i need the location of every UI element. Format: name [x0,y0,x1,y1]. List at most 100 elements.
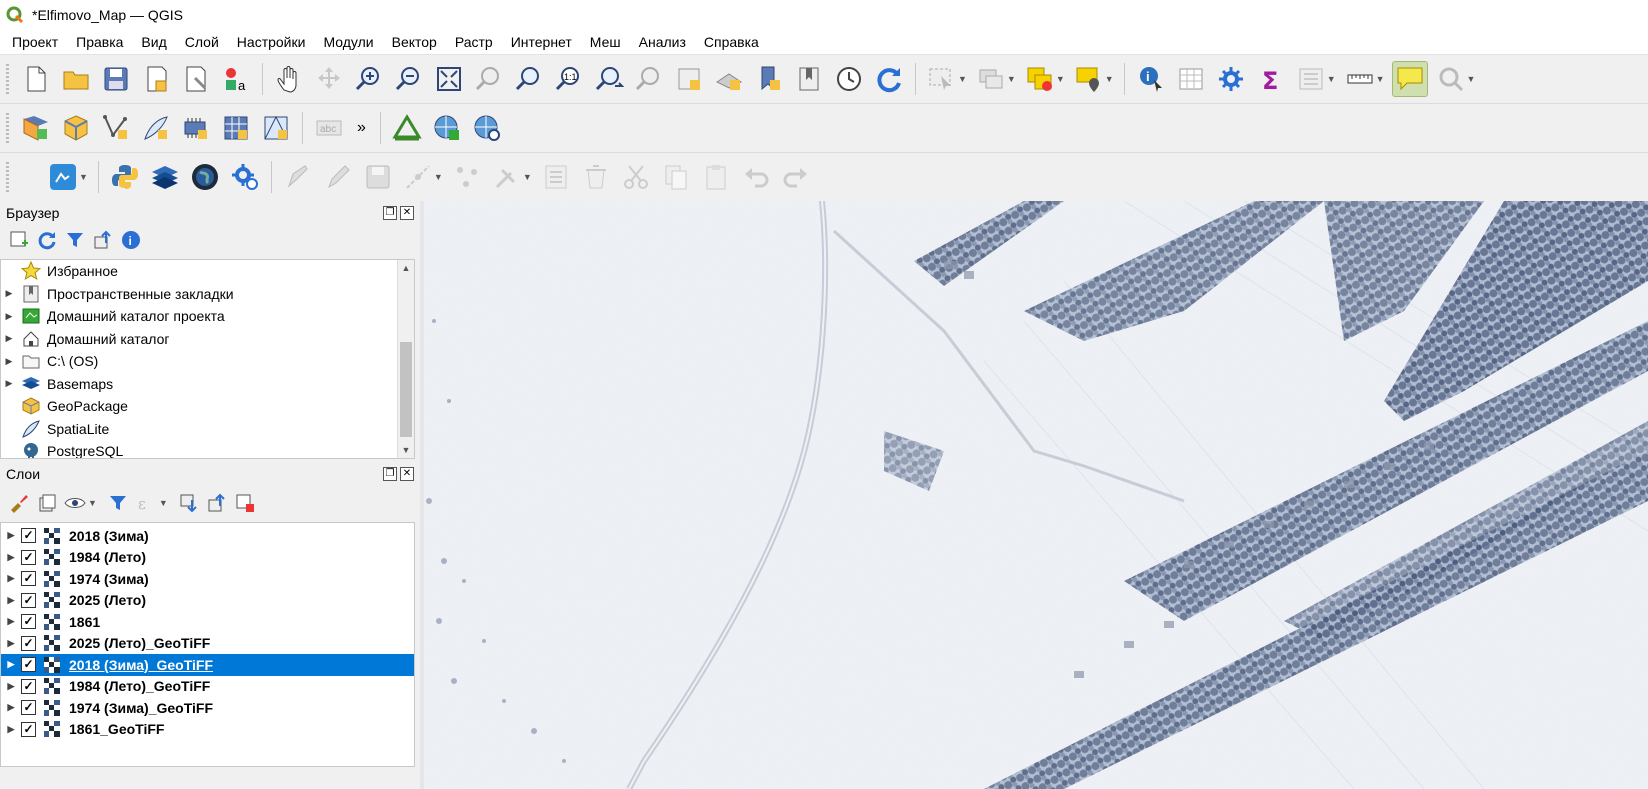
layer-row[interactable]: ▶ ✓ 1861_GeoTiFF [1,719,414,741]
layer-row[interactable]: ▶ ✓ 1984 (Лето) [1,547,414,569]
filter-legend-icon[interactable] [107,492,129,514]
tree-item-favorites[interactable]: Избранное [1,260,414,283]
print-layout-button[interactable] [139,62,173,96]
layer-visibility-checkbox[interactable]: ✓ [21,528,36,544]
processing-settings-button[interactable] [228,160,262,194]
menu-web[interactable]: Интернет [502,30,581,54]
expression-dropdown-icon[interactable]: ▼ [159,498,168,508]
zoom-to-layer-button[interactable] [512,62,546,96]
save-edits-button[interactable] [361,160,395,194]
layer-visibility-checkbox[interactable]: ✓ [21,592,36,608]
menu-layer[interactable]: Слой [176,30,228,54]
identify-button[interactable]: i [1134,62,1168,96]
tree-item-basemaps[interactable]: ▶ Basemaps [1,373,414,396]
select-by-expression-button[interactable] [1023,62,1057,96]
tree-item-postgresql[interactable]: PostgreSQL [1,440,414,458]
copy-button[interactable] [659,160,693,194]
zoom-to-selection-button[interactable] [472,62,506,96]
style-layer-icon[interactable] [8,492,30,514]
toolbar-overflow-button[interactable]: » [357,119,366,137]
select-features-dropdown-icon[interactable]: ▼ [958,74,967,84]
undo-button[interactable] [739,160,773,194]
expand-arrow-icon[interactable]: ▶ [1,659,21,670]
toolbar-grip[interactable] [6,162,9,192]
cut-button[interactable] [619,160,653,194]
expand-arrow-icon[interactable]: ▶ [1,702,21,713]
toolbar-grip[interactable] [6,64,9,94]
layer-row[interactable]: ▶ ✓ 2018 (Зима) [1,525,414,547]
data-source-manager-button[interactable] [19,111,53,145]
expand-arrow-icon[interactable]: ▶ [1,356,17,367]
python-console-button[interactable] [108,160,142,194]
expand-arrow-icon[interactable]: ▶ [1,333,17,344]
select-by-location-button[interactable] [1072,62,1106,96]
style-manager-button[interactable]: a [219,62,253,96]
layer-row-selected[interactable]: ▶ ✓ 2018 (Зима)_GeoTiFF [1,654,414,676]
zoom-next-button[interactable] [632,62,666,96]
tree-item-project-home[interactable]: ▶ Домашний каталог проекта [1,305,414,328]
menu-vector[interactable]: Вектор [383,30,446,54]
delete-selected-button[interactable] [579,160,613,194]
map-tips-button[interactable] [1391,61,1428,97]
scroll-down-icon[interactable]: ▼ [398,442,414,458]
tree-item-drive-c[interactable]: ▶ C:\ (OS) [1,350,414,373]
toolbox-button[interactable] [1214,62,1248,96]
collapse-all-icon[interactable] [206,492,228,514]
zoom-full-button[interactable] [432,62,466,96]
info-icon[interactable]: i [120,229,142,251]
add-vertex-button[interactable] [401,160,435,194]
filter-icon[interactable] [64,229,86,251]
layer-row[interactable]: ▶ ✓ 1974 (Зима)_GeoTiFF [1,697,414,719]
expand-arrow-icon[interactable]: ▶ [1,552,21,563]
layer-row[interactable]: ▶ ✓ 1861 [1,611,414,633]
measure-dropdown-icon[interactable]: ▼ [1376,74,1385,84]
digitize-button[interactable] [281,160,315,194]
layer-visibility-checkbox[interactable]: ✓ [21,700,36,716]
add-vertex-dropdown-icon[interactable]: ▼ [434,172,443,182]
edit-attributes-dropdown-icon[interactable]: ▼ [523,172,532,182]
select-by-location-dropdown-icon[interactable]: ▼ [1105,74,1114,84]
menu-mesh[interactable]: Меш [581,30,630,54]
edit-pencil-button[interactable] [321,160,355,194]
menu-view[interactable]: Вид [132,30,175,54]
new-bookmark-button[interactable] [752,62,786,96]
new-spatialite-layer-button[interactable] [139,111,173,145]
layout-manager-button[interactable] [179,62,213,96]
layer-visibility-checkbox[interactable]: ✓ [21,549,36,565]
plugin-dropdown-icon[interactable]: ▼ [79,172,88,182]
layer-visibility-checkbox[interactable]: ✓ [21,678,36,694]
browser-scrollbar[interactable]: ▲ ▼ [397,260,414,458]
layer-visibility-checkbox[interactable]: ✓ [21,571,36,587]
layer-row[interactable]: ▶ ✓ 2025 (Лето) [1,590,414,612]
new-temporary-layer-button[interactable] [179,111,213,145]
new-mesh-layer-button[interactable] [259,111,293,145]
close-panel-icon[interactable]: ✕ [400,467,414,481]
menu-processing[interactable]: Анализ [630,30,695,54]
close-panel-icon[interactable]: ✕ [400,206,414,220]
layer-visibility-checkbox[interactable]: ✓ [21,657,36,673]
globe-button[interactable] [188,160,222,194]
float-panel-icon[interactable]: ❐ [383,467,397,481]
expand-arrow-icon[interactable]: ▶ [1,311,17,322]
visibility-dropdown-icon[interactable]: ▼ [88,498,97,508]
float-panel-icon[interactable]: ❐ [383,206,397,220]
georeferencer-button[interactable] [390,111,424,145]
layer-row[interactable]: ▶ ✓ 2025 (Лето)_GeoTiFF [1,633,414,655]
tree-item-home[interactable]: ▶ Домашний каталог [1,328,414,351]
zoom-native-button[interactable]: 1:1 [552,62,586,96]
new-geopackage-layer-button[interactable] [59,111,93,145]
zoom-last-button[interactable] [592,62,626,96]
vertex-tool-button[interactable] [450,160,484,194]
new-shapefile-layer-button[interactable] [99,111,133,145]
tree-item-spatial-bookmarks[interactable]: ▶ Пространственные закладки [1,283,414,306]
pan-to-selection-button[interactable] [312,62,346,96]
map-canvas[interactable] [424,201,1648,789]
modify-attributes-button[interactable] [539,160,573,194]
label-tool-button[interactable]: abc [312,111,346,145]
deselect-dropdown-icon[interactable]: ▼ [1007,74,1016,84]
new-3d-view-button[interactable] [712,62,746,96]
select-features-button[interactable] [925,62,959,96]
edit-attributes-button[interactable] [490,160,524,194]
zoom-out-button[interactable] [392,62,426,96]
expand-all-icon[interactable] [178,492,200,514]
